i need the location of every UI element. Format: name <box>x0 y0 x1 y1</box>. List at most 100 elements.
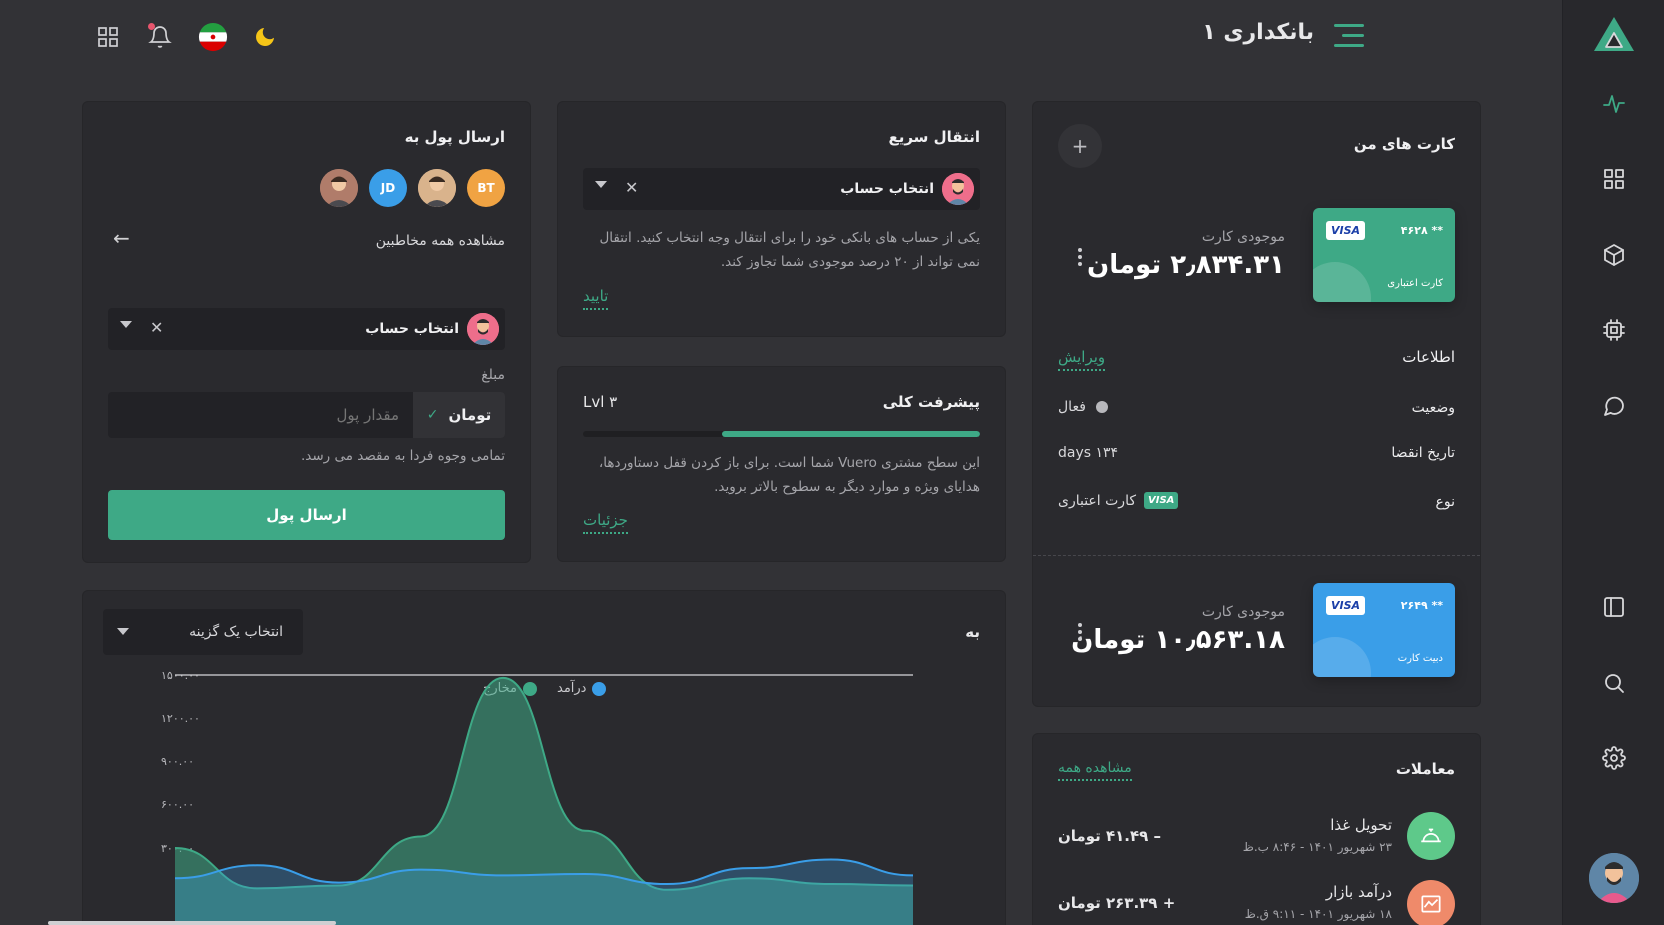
transaction-amount: – ۴۱.۴۹ تومان <box>1058 827 1162 845</box>
chart-icon <box>1407 880 1455 925</box>
see-all-transactions-link[interactable]: مشاهده همه <box>1058 760 1132 781</box>
page-title: بانکداری ۱ <box>1202 20 1314 45</box>
settings-icon[interactable] <box>1594 738 1634 778</box>
amount-input-group: تومان ✓ <box>108 392 505 438</box>
status-value: فعال <box>1058 399 1086 415</box>
transactions-panel: معاملات مشاهده همه تحویل غذا ۲۳ شهریور ۱… <box>1032 733 1481 925</box>
card-type-label: کارت اعتباری <box>1387 278 1443 289</box>
visa-logo: VISA <box>1326 221 1366 240</box>
chevron-down-icon[interactable] <box>595 181 607 188</box>
clear-icon[interactable]: ✕ <box>625 178 638 197</box>
grid-icon[interactable] <box>1594 159 1634 199</box>
progress-title: پیشرفت کلی <box>882 393 980 411</box>
topbar: بانکداری ۱ <box>0 0 1562 80</box>
brand-logo[interactable] <box>1590 14 1638 54</box>
amount-input[interactable] <box>108 392 413 438</box>
visa-logo: VISA <box>1326 596 1366 615</box>
dish-icon <box>1407 812 1455 860</box>
progress-bar-fill <box>721 431 980 437</box>
chart-panel: به انتخاب یک گزینه درآمد مخارج ۱۵۰۰.۰۰۱۲… <box>82 590 1006 925</box>
activity-icon[interactable] <box>1594 84 1634 124</box>
sidebar-toggle-icon[interactable] <box>1594 587 1634 627</box>
edit-link[interactable]: ویرایش <box>1058 348 1106 371</box>
type-label: نوع <box>1435 494 1455 510</box>
amount-label: مبلغ <box>481 367 505 383</box>
progress-panel: پیشرفت کلی Lvl ۳ این سطح مشتری Vuero شما… <box>557 366 1006 562</box>
card-number: ** ۲۶۴۹ <box>1400 599 1443 612</box>
notification-dot <box>148 23 155 30</box>
credit-card-visual[interactable]: VISA ** ۴۶۲۸ کارت اعتباری <box>1313 208 1455 302</box>
card-balance-label: موجودی کارت <box>1201 604 1285 620</box>
divider <box>1033 555 1480 556</box>
transaction-date: ۲۳ شهریور ۱۴۰۱ - ۸:۴۶ ب.ظ <box>1242 840 1392 854</box>
card-type-label: دبیت کارت <box>1397 653 1443 664</box>
account-select-label: انتخاب حساب <box>840 181 934 197</box>
status-indicator: فعال <box>1058 399 1108 415</box>
contact-avatar[interactable]: BT <box>467 169 505 207</box>
progress-bar <box>583 431 980 437</box>
chevron-down-icon: ✓ <box>426 407 439 423</box>
card-options-button[interactable] <box>1076 620 1082 644</box>
account-avatar <box>942 173 974 205</box>
sidebar <box>1562 0 1664 925</box>
visa-small-badge: VISA <box>1144 492 1179 509</box>
see-all-contacts-link[interactable]: مشاهده همه مخاطبین <box>376 233 505 249</box>
card-number: ** ۴۶۲۸ <box>1400 224 1443 237</box>
status-label: وضعیت <box>1411 400 1455 416</box>
account-select[interactable]: انتخاب حساب ✕ <box>583 168 980 210</box>
transaction-amount: + ۲۶۳.۳۹ تومان <box>1058 894 1176 912</box>
confirm-link[interactable]: تایید <box>583 287 609 310</box>
quick-transfer-panel: انتقال سریع انتخاب حساب ✕ یکی از حساب ها… <box>557 101 1006 337</box>
send-money-panel: ارسال پول به BT JD مشاهده همه مخاطبین ← ا… <box>82 101 531 563</box>
search-icon[interactable] <box>1594 663 1634 703</box>
currency-label: تومان <box>448 406 492 424</box>
account-select-label: انتخاب حساب <box>365 321 459 337</box>
account-avatar <box>467 313 499 345</box>
user-avatar[interactable] <box>1589 853 1639 903</box>
my-cards-title: کارت های من <box>1353 135 1455 153</box>
quick-transfer-title: انتقال سریع <box>888 128 980 146</box>
expiry-value: ۱۳۴ days <box>1058 445 1119 461</box>
debit-card-visual[interactable]: VISA ** ۲۶۴۹ دبیت کارت <box>1313 583 1455 677</box>
apps-grid-icon[interactable] <box>91 20 125 54</box>
transaction-date: ۱۸ شهریور ۱۴۰۱ - ۹:۱۱ ق.ظ <box>1244 907 1392 921</box>
bell-icon[interactable] <box>143 20 177 54</box>
arrow-left-icon[interactable]: ← <box>113 226 130 250</box>
moon-icon[interactable] <box>248 20 282 54</box>
status-dot <box>1095 401 1108 413</box>
horizontal-scrollbar[interactable] <box>48 921 336 925</box>
y-tick-label: ۶۰۰.۰۰ <box>161 798 194 811</box>
box-icon[interactable] <box>1594 235 1634 275</box>
transactions-title: معاملات <box>1395 760 1455 778</box>
area-chart: ۱۵۰۰.۰۰۱۲۰۰.۰۰۹۰۰.۰۰۶۰۰.۰۰۳۰۰.۰۰ <box>161 669 914 925</box>
send-money-title: ارسال پول به <box>404 128 505 146</box>
quick-transfer-description: یکی از حساب های بانکی خود را برای انتقال… <box>599 230 980 270</box>
card-balance: ۱۰٫۵۶۳.۱۸ تومان <box>1071 625 1285 655</box>
card-options-button[interactable] <box>1076 245 1082 269</box>
chevron-down-icon[interactable] <box>120 321 132 328</box>
add-card-button[interactable]: + <box>1058 124 1102 168</box>
clear-icon[interactable]: ✕ <box>150 318 163 337</box>
details-link[interactable]: جزئیات <box>583 511 628 534</box>
contact-avatar[interactable]: JD <box>369 169 407 207</box>
transaction-title: تحویل غذا <box>1330 816 1392 834</box>
card-balance: ۲٫۸۳۴.۳۱ تومان <box>1087 250 1285 280</box>
account-select[interactable]: انتخاب حساب ✕ <box>108 308 505 350</box>
contact-avatar[interactable] <box>320 169 358 207</box>
type-value: کارت اعتباری <box>1058 492 1136 509</box>
send-money-button[interactable]: ارسال پول <box>108 490 505 540</box>
cpu-icon[interactable] <box>1594 310 1634 350</box>
contact-avatar[interactable] <box>418 169 456 207</box>
info-title: اطلاعات <box>1402 348 1455 366</box>
type-value-group: VISA کارت اعتباری <box>1058 492 1179 509</box>
menu-toggle-icon[interactable] <box>1334 22 1364 50</box>
message-icon[interactable] <box>1594 386 1634 426</box>
expiry-label: تاریخ انقضا <box>1391 445 1455 461</box>
iran-flag-icon[interactable] <box>196 20 230 54</box>
currency-select[interactable]: تومان ✓ <box>413 392 505 438</box>
transfer-note: تمامی وجوه فردا به مقصد می رسد. <box>300 448 505 464</box>
y-tick-label: ۹۰۰.۰۰ <box>161 755 194 768</box>
y-tick-label: ۱۲۰۰.۰۰ <box>161 712 200 725</box>
level-label: Lvl ۳ <box>583 393 618 411</box>
transaction-title: درآمد بازار <box>1325 883 1392 901</box>
